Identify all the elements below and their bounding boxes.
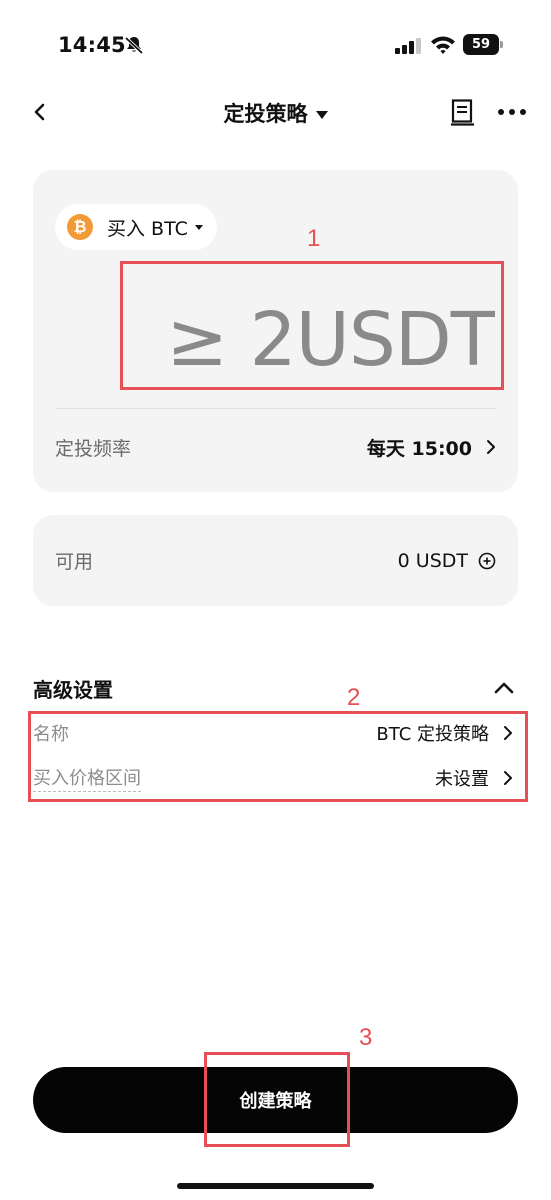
caret-down-icon [315,110,328,119]
annotation-box-2 [28,711,528,802]
chevron-up-icon [494,682,514,694]
wifi-icon [431,36,455,54]
document-icon[interactable] [451,99,475,126]
advanced-settings-title: 高级设置 [33,677,113,702]
frequency-value: 每天 15:00 [366,437,472,460]
frequency-row[interactable]: 定投频率 每天 15:00 [55,409,496,485]
battery-indicator: 59 [463,34,503,55]
bell-off-icon [124,36,144,55]
plus-circle-icon[interactable] [478,552,496,570]
available-row: 可用 0 USDT [55,515,496,606]
advanced-settings-header[interactable]: 高级设置 [33,668,518,708]
battery-level: 59 [463,34,499,55]
annotation-box-3 [204,1052,350,1147]
available-value: 0 USDT [397,549,468,572]
asset-label: 买入 BTC [107,217,188,240]
home-indicator [177,1183,374,1189]
annotation-number-2: 2 [347,684,361,711]
status-time: 14:45 [58,33,126,57]
more-icon[interactable] [497,108,527,116]
page-title: 定投策略 [223,102,308,126]
caret-down-icon [194,224,203,230]
frequency-label: 定投频率 [55,437,132,460]
battery-tip [500,41,503,48]
available-card: 可用 0 USDT [33,515,518,606]
annotation-box-1 [120,261,504,390]
chevron-right-icon [487,440,495,454]
status-bar: 14:45 59 [0,0,551,90]
annotation-number-3: 3 [359,1024,373,1051]
btc-icon: ₿ [67,214,93,240]
nav-bar: 定投策略 [0,88,551,136]
signal-icon [395,38,421,54]
available-label: 可用 [55,551,94,573]
asset-selector[interactable]: ₿ 买入 BTC [55,204,217,250]
annotation-number-1: 1 [307,225,321,252]
